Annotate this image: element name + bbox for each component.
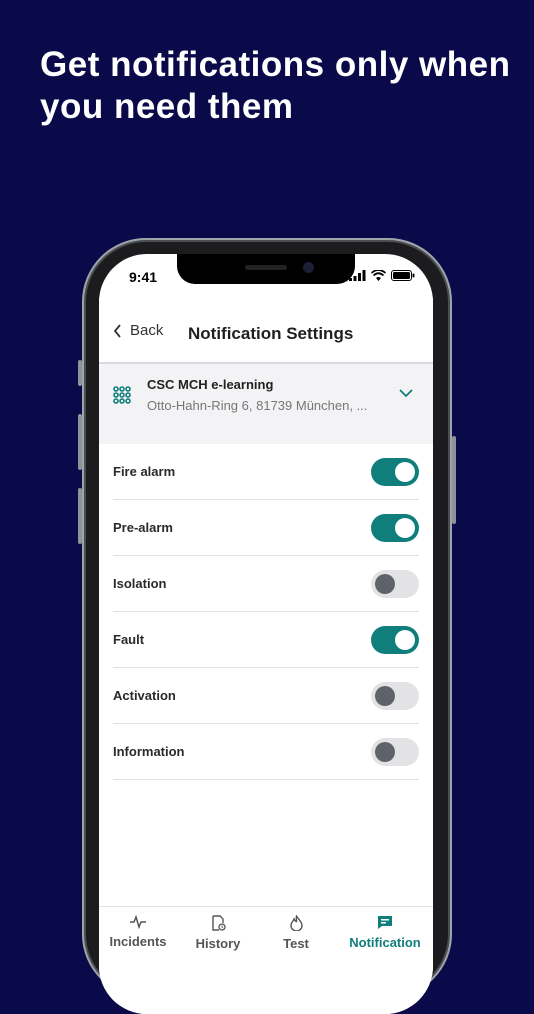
phone-power-button bbox=[452, 436, 456, 524]
headline: Get notifications only when you need the… bbox=[40, 45, 511, 126]
toggle-knob bbox=[375, 685, 395, 706]
pre-alarm-toggle[interactable] bbox=[371, 513, 419, 542]
setting-row-fault: Fault bbox=[113, 612, 419, 668]
pulse-icon bbox=[130, 915, 146, 929]
setting-row-fire-alarm: Fire alarm bbox=[113, 444, 419, 500]
tab-incidents[interactable]: Incidents bbox=[109, 915, 167, 949]
wifi-icon bbox=[371, 270, 386, 281]
tab-history[interactable]: History bbox=[189, 915, 247, 951]
fault-toggle[interactable] bbox=[371, 625, 419, 654]
front-camera bbox=[303, 262, 314, 273]
tab-label: History bbox=[195, 936, 241, 951]
toggle-knob bbox=[375, 573, 395, 594]
site-name: CSC MCH e-learning bbox=[147, 377, 274, 392]
toggle-knob bbox=[375, 741, 395, 762]
phone-mute-switch bbox=[78, 360, 82, 386]
history-doc-icon bbox=[211, 915, 226, 931]
speaker bbox=[245, 265, 287, 270]
chevron-down-icon[interactable] bbox=[399, 388, 413, 398]
phone-screen: 9:41 Back Notification Settings CSC MCH … bbox=[99, 254, 433, 1014]
notch bbox=[177, 254, 355, 284]
signal-icon bbox=[349, 270, 366, 281]
battery-icon bbox=[391, 270, 415, 281]
navigation-bar: Back Notification Settings bbox=[99, 298, 433, 364]
setting-label: Activation bbox=[113, 688, 176, 703]
setting-row-pre-alarm: Pre-alarm bbox=[113, 500, 419, 556]
site-address: Otto-Hahn-Ring 6, 81739 München, ... bbox=[147, 398, 368, 413]
status-bar: 9:41 bbox=[99, 254, 433, 298]
isolation-toggle[interactable] bbox=[371, 569, 419, 598]
tab-label: Test bbox=[283, 936, 309, 951]
bottom-tab-bar: Incidents History Test Notification bbox=[99, 906, 433, 1014]
setting-row-information: Information bbox=[113, 724, 419, 780]
site-selector[interactable]: CSC MCH e-learning Otto-Hahn-Ring 6, 817… bbox=[99, 364, 433, 444]
tab-label: Incidents bbox=[109, 934, 167, 949]
toggle-knob bbox=[395, 629, 415, 650]
chat-icon bbox=[378, 916, 392, 929]
back-label: Back bbox=[130, 322, 164, 339]
setting-row-isolation: Isolation bbox=[113, 556, 419, 612]
toggle-knob bbox=[395, 461, 415, 482]
tab-label: Notification bbox=[349, 935, 421, 950]
phone-volume-down bbox=[78, 488, 82, 544]
setting-label: Isolation bbox=[113, 576, 167, 591]
setting-row-activation: Activation bbox=[113, 668, 419, 724]
notification-settings-list: Fire alarm Pre-alarm Isolation Fault Act… bbox=[113, 444, 419, 780]
activation-toggle[interactable] bbox=[371, 681, 419, 710]
chevron-left-icon bbox=[113, 323, 121, 338]
status-time: 9:41 bbox=[129, 269, 158, 285]
building-grid-icon bbox=[113, 386, 131, 404]
information-toggle[interactable] bbox=[371, 737, 419, 766]
setting-label: Pre-alarm bbox=[113, 520, 173, 535]
fire-alarm-toggle[interactable] bbox=[371, 457, 419, 486]
setting-label: Fault bbox=[113, 632, 145, 647]
setting-label: Information bbox=[113, 744, 185, 759]
tab-test[interactable]: Test bbox=[271, 915, 321, 951]
tab-notification[interactable]: Notification bbox=[345, 915, 425, 950]
status-icons bbox=[349, 270, 415, 281]
setting-label: Fire alarm bbox=[113, 464, 176, 479]
page-title: Notification Settings bbox=[188, 324, 354, 343]
phone-volume-up bbox=[78, 414, 82, 470]
back-button[interactable]: Back bbox=[113, 322, 163, 339]
toggle-knob bbox=[395, 517, 415, 538]
flame-icon bbox=[289, 915, 303, 931]
